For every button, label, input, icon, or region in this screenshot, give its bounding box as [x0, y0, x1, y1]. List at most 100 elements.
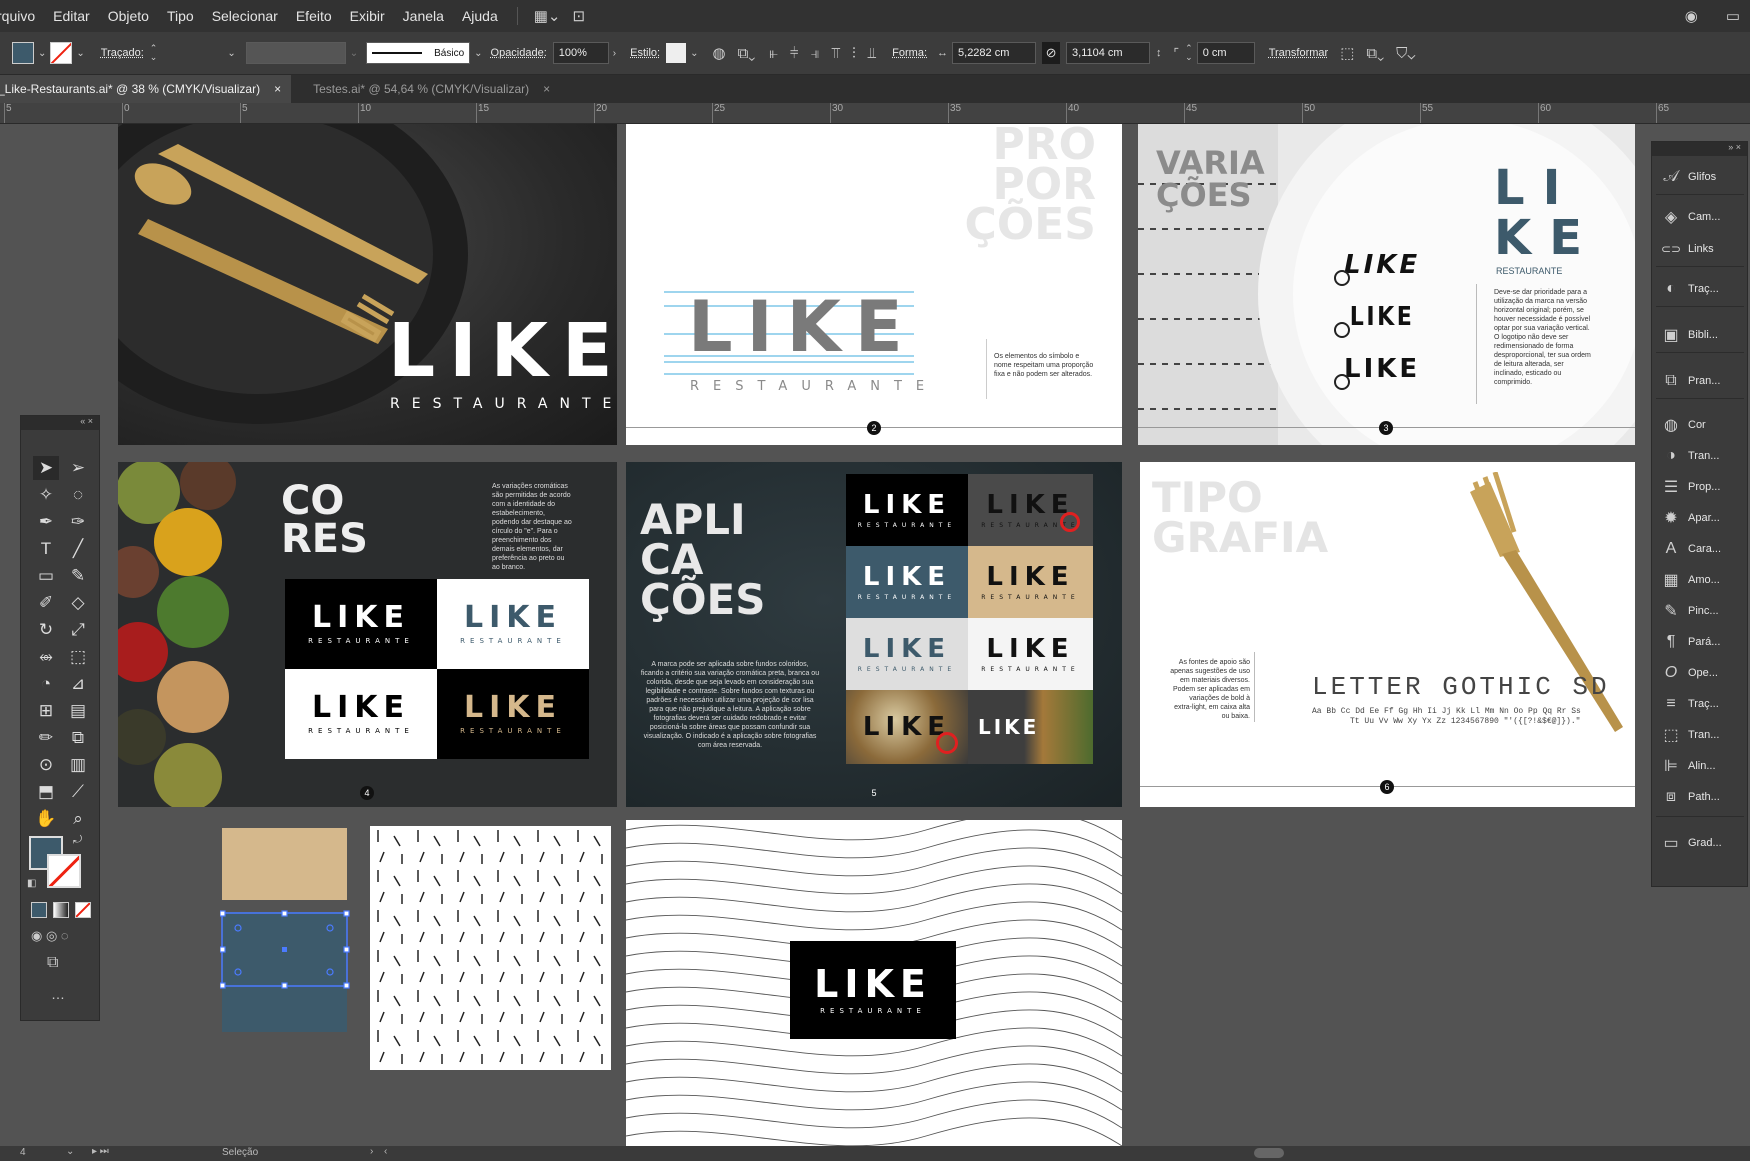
panel-camadas[interactable]: ◈ Cam... — [1660, 204, 1721, 230]
artboard-variacoes[interactable]: VARIA ÇÕES LI KE RESTAURANTE LIKE LIKE L… — [1138, 124, 1635, 445]
panel-pathfinder[interactable]: ⧈ Path... — [1660, 784, 1720, 810]
lasso-tool-icon[interactable]: ◌ — [65, 483, 91, 507]
pen-tool-icon[interactable]: ✒ — [33, 510, 59, 534]
stroke-swatch[interactable] — [50, 42, 73, 64]
artboard-cover[interactable]: LIKE RESTAURANTE — [118, 124, 617, 445]
draw-normal-icon[interactable]: ◉ ◎ ◌ — [31, 928, 69, 944]
eyedropper-tool-icon[interactable]: ✏ — [33, 726, 59, 750]
panel-tracado-imagem[interactable]: ◐ Traç... — [1660, 276, 1719, 302]
graphic-style-dropdown-icon[interactable]: ⌄ — [690, 48, 698, 59]
panel-links[interactable]: ⊂⊃ Links — [1660, 236, 1714, 262]
align-center-icon[interactable]: ⫩ — [790, 45, 799, 62]
perspective-grid-tool-icon[interactable]: ⊿ — [65, 672, 91, 696]
panel-pinceis[interactable]: ✎ Pinc... — [1660, 598, 1718, 624]
width-tool-icon[interactable]: ⥈ — [33, 645, 59, 669]
swap-fill-stroke-icon[interactable]: ⤾ — [73, 834, 82, 847]
height-field[interactable]: 3,1104 cm — [1066, 42, 1151, 64]
blend-tool-icon[interactable]: ⧉ — [65, 726, 91, 750]
user-account-icon[interactable]: ◉ — [1685, 7, 1698, 25]
panel-paragrafo[interactable]: ¶ Pará... — [1660, 629, 1721, 655]
artboard-tool-icon[interactable]: ⬒ — [33, 780, 59, 804]
column-graph-tool-icon[interactable]: ▥ — [65, 753, 91, 777]
none-mode-icon[interactable] — [75, 902, 91, 918]
variable-width-dropdown-icon[interactable]: ⌄ — [350, 48, 358, 59]
tab-like-restaurants[interactable]: _Like-Restaurants.ai* @ 38 % (CMYK/Visua… — [0, 75, 292, 103]
align-bottom-icon[interactable]: ⫫ — [868, 45, 876, 62]
stroke-weight-dropdown-icon[interactable]: ⌄ — [227, 48, 235, 59]
puppet-warp-icon[interactable]: ⧉⌄ — [1366, 45, 1384, 62]
edit-toolbar-icon[interactable]: … — [51, 986, 65, 1002]
zoom-tool-icon[interactable]: ⌕ — [65, 807, 91, 831]
workspace-icon[interactable]: ▭ — [1726, 7, 1740, 25]
variable-width-field[interactable] — [245, 42, 346, 64]
artboard-nav-icon[interactable]: ▸ ⏭ — [92, 1146, 109, 1157]
rectangle-tool-icon[interactable]: ▭ — [33, 564, 59, 588]
panel-aparencia[interactable]: ✹ Apar... — [1660, 505, 1720, 531]
tab-testes[interactable]: Testes.ai* @ 54,64 % (CMYK/Visualizar) × — [303, 75, 560, 103]
gradient-tool-icon[interactable]: ▤ — [65, 699, 91, 723]
status-scroll-left-icon[interactable]: ‹ — [384, 1146, 387, 1157]
align-middle-icon[interactable]: ⫶ — [852, 45, 856, 62]
menu-ajuda[interactable]: Ajuda — [453, 8, 507, 24]
fill-swatch[interactable] — [12, 42, 34, 64]
panel-tracado[interactable]: ≡ Traç... — [1660, 691, 1718, 717]
artboard-wave-pattern[interactable]: LIKE RESTAURANTE — [626, 820, 1122, 1146]
canvas[interactable]: LIKE RESTAURANTE PRO POR ÇÕES LIKE RESTA… — [0, 124, 1750, 1146]
constrain-proportions-icon[interactable]: ⊘ — [1042, 42, 1061, 64]
width-field[interactable]: 5,2282 cm — [952, 42, 1037, 64]
menu-arquivo[interactable]: rquivo — [0, 8, 44, 24]
corner-stepper[interactable]: ⌃ ⌄ — [1185, 44, 1193, 62]
align-left-icon[interactable]: ⫦ — [769, 45, 777, 62]
opacidade-label[interactable]: Opacidade: — [491, 47, 547, 59]
beige-swatch-rect[interactable] — [222, 828, 347, 900]
menu-objeto[interactable]: Objeto — [99, 8, 158, 24]
scale-tool-icon[interactable]: ⤢ — [65, 618, 91, 642]
recolor-icon[interactable]: ◍ — [712, 44, 725, 62]
panel-cor[interactable]: ◍ Cor — [1660, 412, 1706, 438]
panel-opentype[interactable]: O Ope... — [1660, 660, 1718, 686]
shape-builder-tool-icon[interactable]: ◔ — [33, 672, 59, 696]
paintbrush-tool-icon[interactable]: ✎ — [65, 564, 91, 588]
artboard-aplicacoes[interactable]: APLI CA ÇÕES A marca pode ser aplicada s… — [626, 462, 1122, 807]
rotate-tool-icon[interactable]: ↻ — [33, 618, 59, 642]
panel-pranchetas[interactable]: ⧉ Pran... — [1660, 368, 1720, 394]
menu-selecionar[interactable]: Selecionar — [203, 8, 287, 24]
artboard-align-icon[interactable]: ⧉⌄ — [738, 45, 756, 62]
gradient-mode-icon[interactable] — [53, 902, 69, 918]
corner-radius-field[interactable]: 0 cm — [1196, 42, 1255, 64]
default-fill-stroke-icon[interactable]: ◧ — [27, 878, 36, 889]
horizontal-scrollbar-thumb[interactable] — [1254, 1148, 1284, 1158]
align-right-icon[interactable]: ⫣ — [810, 45, 819, 62]
brush-definition-field[interactable]: Básico — [366, 42, 471, 64]
stroke-weight-stepper[interactable]: ⌃ ⌄ — [150, 44, 158, 62]
selection-tool-icon[interactable]: ➤ — [33, 456, 59, 480]
gpu-preview-icon[interactable]: ⊡ — [573, 7, 586, 25]
panel-glifos[interactable]: 𝒜 Glifos — [1660, 164, 1716, 190]
graphic-style-swatch[interactable] — [666, 43, 687, 63]
menu-janela[interactable]: Janela — [394, 8, 453, 24]
curvature-tool-icon[interactable]: ✑ — [65, 510, 91, 534]
panel-transformar[interactable]: ⬚ Tran... — [1660, 722, 1719, 748]
panel-transparencia[interactable]: ◑ Tran... — [1660, 443, 1719, 469]
selection-bounding-box[interactable] — [220, 910, 350, 994]
menu-editar[interactable]: Editar — [44, 8, 99, 24]
free-transform-tool-icon[interactable]: ⬚ — [65, 645, 91, 669]
opacity-expand-icon[interactable]: › — [613, 48, 616, 59]
panel-alinhar[interactable]: ⊫ Alin... — [1660, 753, 1715, 779]
tab-close-icon[interactable]: × — [543, 82, 550, 96]
fill-dropdown-icon[interactable]: ⌄ — [38, 48, 46, 59]
mesh-tool-icon[interactable]: ⊞ — [33, 699, 59, 723]
artboard-tipografia[interactable]: TIPO GRAFIA As fontes de apoio são apena… — [1140, 462, 1635, 807]
line-tool-icon[interactable]: ╱ — [65, 537, 91, 561]
slice-tool-icon[interactable]: ⟋ — [65, 780, 91, 804]
shaper-tool-icon[interactable]: ✐ — [33, 591, 59, 615]
stroke-dropdown-icon[interactable]: ⌄ — [76, 48, 84, 59]
isolate-icon[interactable]: ⬚ — [1340, 44, 1354, 62]
panel-propriedades[interactable]: ☰ Prop... — [1660, 474, 1721, 500]
artboard-proporcoes[interactable]: PRO POR ÇÕES LIKE RESTAURANTE Os element… — [626, 124, 1122, 445]
align-top-icon[interactable]: ⫪ — [831, 45, 839, 62]
tab-close-icon[interactable]: × — [274, 82, 281, 96]
symbol-sprayer-tool-icon[interactable]: ⊙ — [33, 753, 59, 777]
panel-menu-icon[interactable]: ⛉⌄ — [1396, 45, 1415, 62]
type-tool-icon[interactable]: T — [33, 537, 59, 561]
